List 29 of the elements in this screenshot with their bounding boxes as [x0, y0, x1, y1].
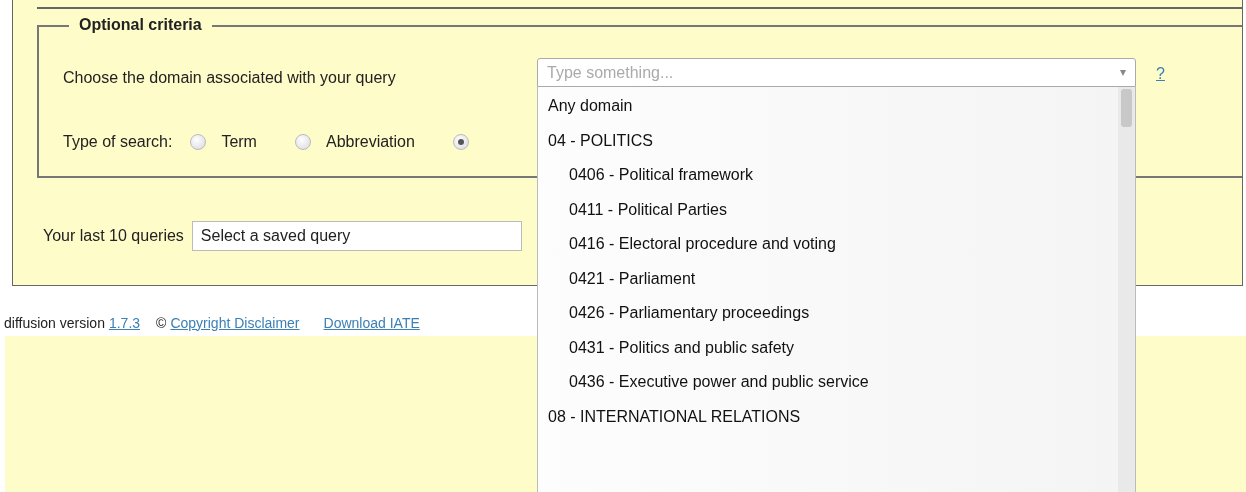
domain-option[interactable]: 0411 - Political Parties: [538, 192, 1118, 227]
radio-button[interactable]: [294, 134, 311, 150]
queries-label: Your last 10 queries: [43, 226, 184, 246]
domain-option[interactable]: 0436 - Executive power and public service: [538, 365, 1118, 400]
domain-option[interactable]: 0406 - Political framework: [538, 158, 1118, 193]
fieldset-legend: Optional criteria: [69, 15, 212, 35]
footer-link[interactable]: Download IATE: [323, 312, 420, 334]
domain-option[interactable]: 0431 - Politics and public safety: [538, 330, 1118, 365]
help-link[interactable]: ?: [1156, 62, 1165, 86]
radio-label: Term: [221, 132, 257, 152]
caret-icon[interactable]: ▾: [1120, 63, 1126, 81]
version-text: diffusion version: [4, 313, 105, 333]
domain-option[interactable]: 0421 - Parliament: [538, 261, 1118, 296]
domain-option[interactable]: 04 - POLITICS: [538, 123, 1118, 158]
domain-option[interactable]: 08 - INTERNATIONAL RELATIONS: [538, 399, 1118, 434]
search-type-label: Type of search:: [63, 132, 173, 152]
domain-option[interactable]: 0416 - Electoral procedure and voting: [538, 227, 1118, 262]
radio-button[interactable]: [452, 134, 469, 150]
scrollbar[interactable]: [1118, 87, 1135, 492]
version-link[interactable]: 1.7.3: [108, 312, 141, 334]
radio-button[interactable]: [190, 134, 207, 150]
saved-query-select[interactable]: Select a saved query: [191, 221, 522, 251]
domain-option[interactable]: Any domain: [538, 89, 1118, 124]
domain-label: Choose the domain associated with your query: [63, 68, 396, 88]
copyright-sign: ©: [156, 313, 167, 333]
footer-link[interactable]: Copyright Disclaimer: [170, 312, 300, 334]
radio-label: Abbreviation: [325, 132, 415, 152]
domain-option[interactable]: 0426 - Parliamentary proceedings: [538, 296, 1118, 331]
scrollbar-thumb[interactable]: [1121, 89, 1132, 127]
